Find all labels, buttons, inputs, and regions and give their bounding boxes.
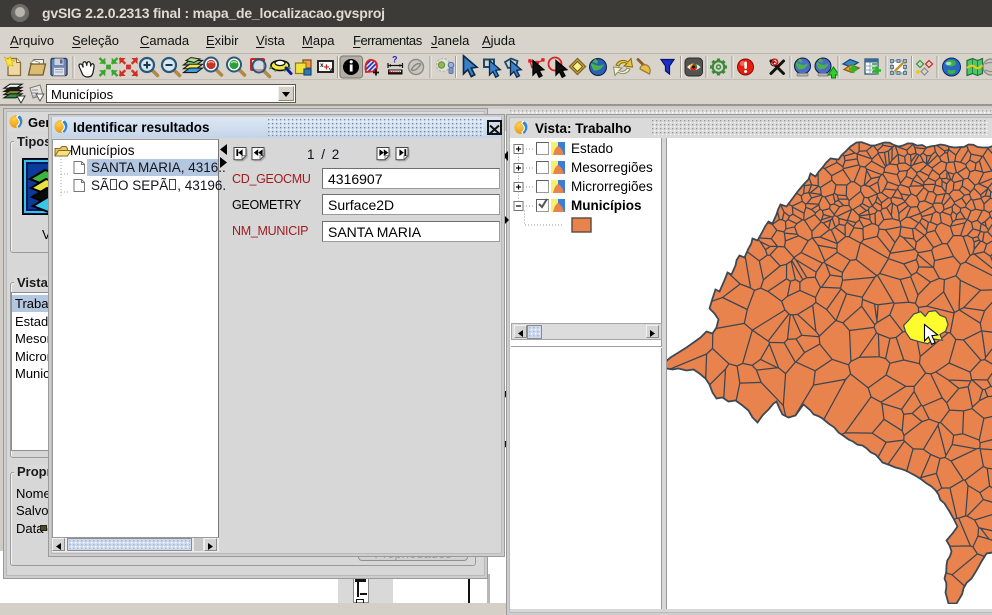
svg-text:?: ? bbox=[392, 55, 398, 65]
svg-text:y: y bbox=[329, 67, 333, 74]
